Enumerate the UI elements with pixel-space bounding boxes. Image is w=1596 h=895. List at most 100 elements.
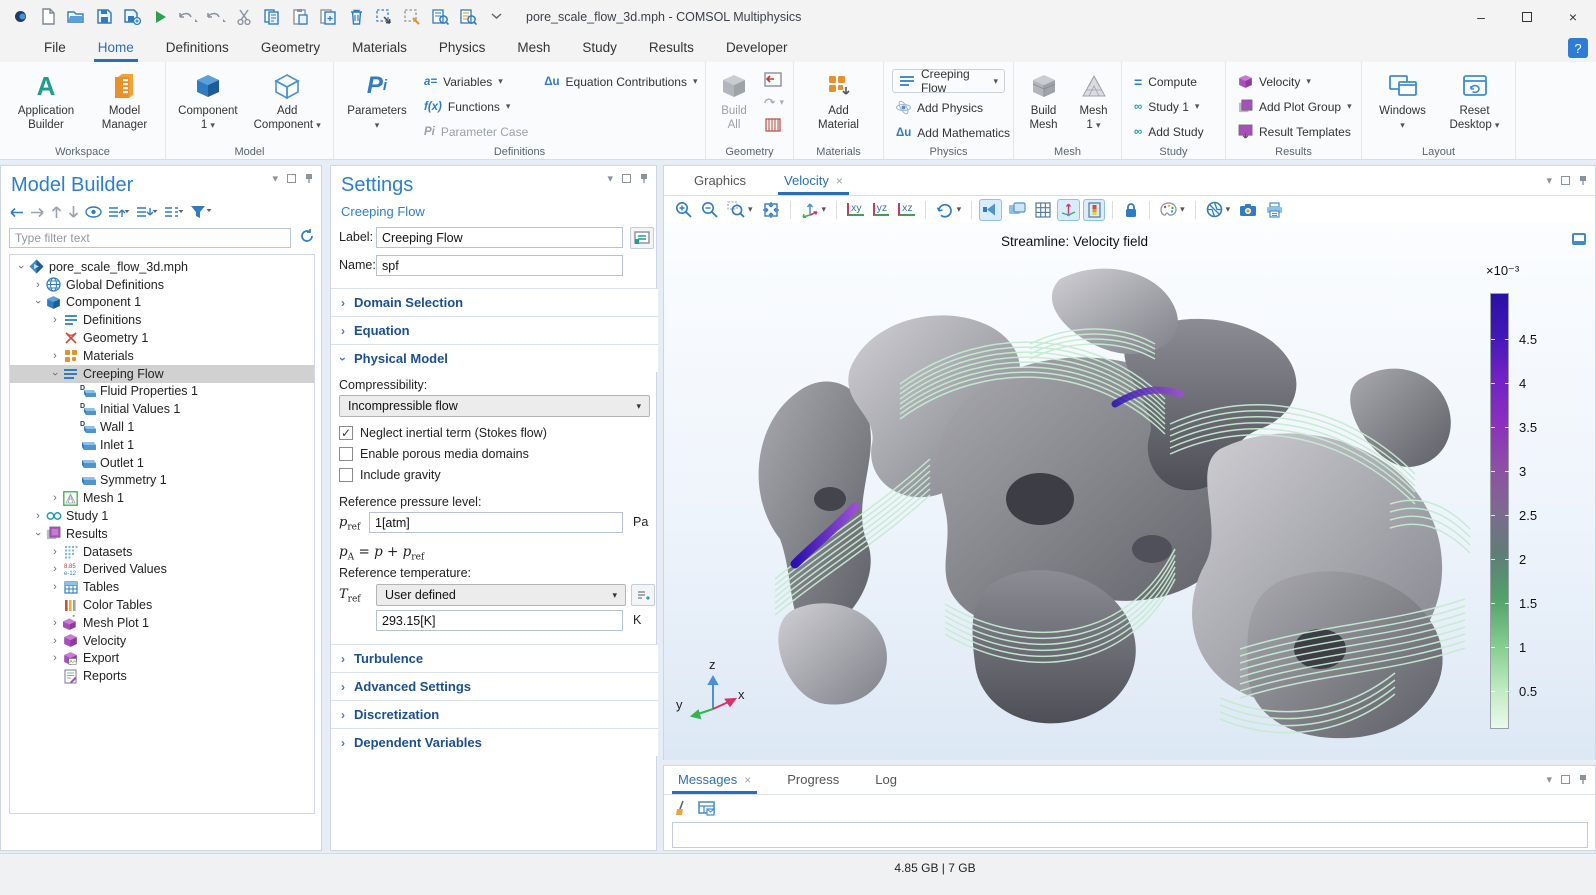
tree-item-reports[interactable]: Reports [10,667,314,685]
panel-float-icon[interactable] [1561,176,1570,185]
tree-item-geometry-1[interactable]: Geometry 1 [10,329,314,347]
checkbox-neglect-inertial-term-stokes-f[interactable]: ✓Neglect inertial term (Stokes flow) [339,425,547,441]
transparency-icon[interactable] [1005,199,1029,221]
tree-item-color-tables[interactable]: Color Tables [10,596,314,614]
menu-tab-file[interactable]: File [28,33,82,62]
filter-input[interactable] [9,228,291,248]
menu-tab-study[interactable]: Study [566,33,633,62]
cut-icon[interactable] [232,5,256,29]
tree-item-velocity[interactable]: ›Velocity [10,632,314,650]
scene-light-icon[interactable]: ▾ [1203,199,1234,221]
move-up-icon[interactable] [51,205,62,219]
expand-icon[interactable]: › [48,350,62,362]
tree-item-datasets[interactable]: ›Datasets [10,543,314,561]
add-physics-button[interactable]: Add Physics [892,95,1005,120]
tref-list-button[interactable] [631,584,655,606]
build-all-button[interactable]: BuildAll [714,67,754,136]
physics-interface-select[interactable]: Creeping Flow▾ [892,69,1005,93]
close-tab-icon[interactable]: × [836,174,843,188]
show-icon[interactable] [85,206,102,218]
undo-icon[interactable] [176,5,200,29]
expand-icon[interactable]: › [48,314,62,326]
clear-messages-icon[interactable] [674,800,688,821]
forward-icon[interactable] [30,207,45,218]
reset-desktop-button[interactable]: ResetDesktop ▾ [1443,67,1507,136]
name-input[interactable] [376,255,623,276]
panel-pin-icon[interactable] [1579,774,1587,785]
more-icon[interactable] [484,5,508,29]
model-tree-node-icon[interactable] [164,206,184,219]
save-as-icon[interactable] [120,5,144,29]
model-manager-button[interactable]: Model Manager [92,67,157,136]
panel-pin-icon[interactable] [305,173,313,184]
collapse-icon[interactable]: › [32,527,44,541]
app-logo-icon[interactable] [8,5,32,29]
checked-checkbox-icon[interactable]: ✓ [339,426,353,440]
tree-item-mesh-1[interactable]: ›Mesh 1 [10,489,314,507]
tref-select[interactable]: User defined▾ [376,584,626,606]
zoom-in-icon[interactable] [672,199,695,221]
collapse-icon[interactable]: › [32,295,44,309]
tree-item-definitions[interactable]: ›Definitions [10,311,314,329]
maximize-button[interactable] [1504,0,1550,33]
graphics-canvas[interactable]: Streamline: Velocity field [663,223,1596,760]
tree-item-wall-1[interactable]: DWall 1 [10,418,314,436]
find-icon[interactable] [428,5,452,29]
view-yz-icon[interactable]: yz [870,199,893,221]
tab-log[interactable]: Log [875,772,897,794]
section-discretization[interactable]: ›Discretization [331,700,658,728]
panel-menu-icon[interactable]: ▾ [1546,773,1552,786]
section-advanced-settings[interactable]: ›Advanced Settings [331,672,658,700]
label-input[interactable] [376,227,623,248]
windows-button[interactable]: Windows▾ [1371,67,1435,136]
checkbox-enable-porous-media-domains[interactable]: Enable porous media domains [339,446,529,462]
panel-menu-icon[interactable]: ▾ [607,172,613,185]
expand-icon[interactable]: › [48,635,62,647]
minimize-button[interactable]: – [1458,0,1504,33]
add-material-button[interactable]: AddMaterial [807,67,871,136]
panel-float-icon[interactable] [287,174,296,183]
functions-button[interactable]: f(x)Functions▾ [420,94,532,119]
import-geometry-icon[interactable] [762,69,784,89]
add-component-button[interactable]: AddComponent ▾ [250,67,325,136]
menu-tab-geometry[interactable]: Geometry [245,33,336,62]
save-icon[interactable] [92,5,116,29]
unchecked-checkbox-icon[interactable] [339,468,353,482]
expand-icon[interactable]: › [48,492,62,504]
select-icon[interactable] [372,5,396,29]
show-axes-icon[interactable] [1057,199,1080,221]
menu-tab-definitions[interactable]: Definitions [150,33,245,62]
expand-icon[interactable]: › [48,563,62,575]
table-message-icon[interactable] [698,801,715,821]
panel-float-icon[interactable] [622,174,631,183]
rotate-icon[interactable]: ▾ [933,199,965,221]
messages-output[interactable] [672,822,1588,848]
parameters-button[interactable]: Pi Parameters ▾ [342,67,412,135]
redo-icon[interactable] [204,5,228,29]
copy-icon[interactable] [260,5,284,29]
zoom-out-icon[interactable] [698,199,721,221]
checkbox-include-gravity[interactable]: Include gravity [339,467,441,483]
orientation-axes-icon[interactable]: ▾ [798,199,830,221]
plot-settings-icon[interactable] [1571,231,1587,252]
show-legend-icon[interactable] [1083,199,1105,221]
streamline-plot-3d[interactable] [700,249,1480,749]
view-xy-icon[interactable]: xy [844,199,867,221]
tree-item-global-definitions[interactable]: ›Global Definitions [10,276,314,294]
temperature-input[interactable] [376,610,623,631]
panel-pin-icon[interactable] [640,173,648,184]
expand-icon[interactable]: › [48,652,62,664]
move-down-icon[interactable] [68,205,79,219]
add-plot-group-button[interactable]: Add Plot Group▾ [1234,94,1356,119]
tree-item-tables[interactable]: ›Tables [10,578,314,596]
velocity-plot-button[interactable]: Velocity▾ [1234,69,1356,94]
expand-icon[interactable]: › [31,279,45,291]
zoom-extents-icon[interactable] [759,199,783,221]
section-equation[interactable]: ›Equation [331,316,658,344]
view-xz-icon[interactable]: xz [895,199,918,221]
rebuild-icon[interactable]: ▾ [762,92,784,112]
panel-float-icon[interactable] [1561,775,1570,784]
grid-icon[interactable] [1032,199,1054,221]
panel-pin-icon[interactable] [1579,175,1587,186]
tree-item-study-1[interactable]: ›Study 1 [10,507,314,525]
